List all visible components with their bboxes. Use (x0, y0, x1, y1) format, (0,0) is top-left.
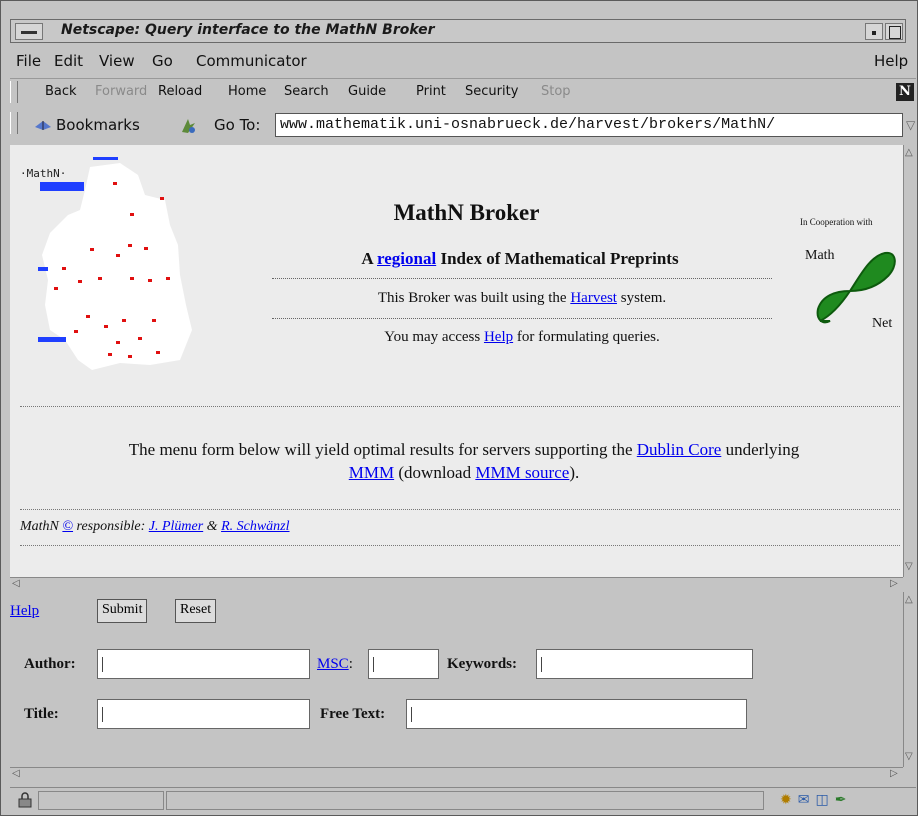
dublin-core-link[interactable]: Dublin Core (637, 440, 722, 459)
free-text-label: Free Text: (320, 706, 386, 722)
security-lock-icon[interactable] (18, 792, 32, 808)
subtitle: A regional Index of Mathematical Preprin… (361, 249, 679, 268)
title-label: Title: (24, 706, 59, 722)
harvest-link[interactable]: Harvest (570, 290, 617, 306)
msc-label: MSC: (317, 656, 353, 672)
window-menu-button[interactable] (15, 23, 43, 40)
top-frame-horizontal-scrollbar[interactable]: ◁ ▷ (10, 577, 903, 591)
scroll-up-icon[interactable]: △ (905, 147, 913, 158)
menu-help[interactable]: Help (874, 52, 908, 70)
cooperation-label: In Cooperation with (800, 217, 873, 227)
free-text-input[interactable] (406, 699, 747, 729)
scroll-left-icon[interactable]: ◁ (12, 768, 20, 779)
author-input[interactable] (97, 649, 310, 679)
location-grip[interactable] (10, 112, 18, 134)
forward-button[interactable]: Forward (95, 84, 147, 99)
netscape-logo-icon[interactable]: N (896, 83, 914, 101)
top-frame-vertical-scrollbar[interactable]: △ ▽ (903, 145, 916, 577)
keywords-label: Keywords: (447, 656, 517, 672)
divider (20, 509, 900, 510)
discussions-icon[interactable]: ◫ (815, 791, 834, 807)
keywords-input[interactable] (536, 649, 753, 679)
help-link[interactable]: Help (484, 329, 513, 345)
goto-label: Go To: (214, 116, 261, 134)
menu-go[interactable]: Go (152, 52, 173, 70)
back-button[interactable]: Back (45, 84, 77, 99)
submit-button[interactable]: Submit (97, 599, 148, 623)
germany-map-image[interactable]: ·MathN· (20, 155, 200, 385)
status-bar: ✹✉◫✒ (10, 787, 916, 814)
print-button[interactable]: Print (416, 84, 446, 99)
scroll-down-icon[interactable]: ▽ (905, 751, 913, 762)
help-line: You may access Help for formulating quer… (384, 329, 660, 345)
window-title: Netscape: Query interface to the MathN B… (61, 22, 435, 38)
top-frame: ·MathN· MathN Broker A regional Index of… (10, 145, 903, 577)
svg-text:Net: Net (872, 316, 892, 331)
form-frame-horizontal-scrollbar[interactable]: ◁ ▷ (10, 767, 903, 781)
menu-view[interactable]: View (99, 52, 135, 70)
map-label: ·MathN· (20, 167, 66, 180)
menu-bar: File Edit View Go Communicator Help (10, 48, 916, 74)
menu-file[interactable]: File (16, 52, 41, 70)
mail-icon[interactable]: ✉ (798, 791, 816, 807)
author-label: Author: (24, 656, 76, 672)
divider (272, 278, 772, 279)
bookmarks-button[interactable]: Bookmarks (56, 116, 140, 134)
responsible-line: MathN © responsible: J. Plümer & R. Schw… (20, 519, 290, 534)
bookmarks-icon[interactable] (34, 118, 52, 132)
navigation-toolbar: Back Forward Reload Home Search Guide Pr… (10, 78, 916, 107)
scroll-up-icon[interactable]: △ (905, 594, 913, 605)
schwaenzl-link[interactable]: R. Schwänzl (221, 519, 289, 534)
scroll-right-icon[interactable]: ▷ (890, 578, 898, 589)
search-button[interactable]: Search (284, 84, 329, 99)
menu-form-note: The menu form below will yield optimal r… (128, 440, 800, 482)
navigator-icon[interactable]: ✹ (780, 791, 798, 807)
pluemer-link[interactable]: J. Plümer (149, 519, 203, 534)
math-net-logo[interactable]: Math Net (800, 241, 900, 331)
minimize-button[interactable] (865, 23, 883, 40)
harvest-line: This Broker was built using the Harvest … (377, 290, 667, 306)
scroll-left-icon[interactable]: ◁ (12, 578, 20, 589)
stop-button[interactable]: Stop (541, 84, 571, 99)
reset-button[interactable]: Reset (175, 599, 217, 623)
msc-link[interactable]: MSC (317, 656, 349, 672)
menu-edit[interactable]: Edit (54, 52, 83, 70)
menu-communicator[interactable]: Communicator (196, 52, 307, 70)
status-message (166, 791, 764, 810)
url-input[interactable]: www.mathematik.uni-osnabrueck.de/harvest… (275, 113, 903, 137)
copyright-link[interactable]: © (62, 519, 73, 534)
location-bar: Bookmarks Go To: www.mathematik.uni-osna… (10, 110, 916, 142)
title-input[interactable] (97, 699, 310, 729)
reload-button[interactable]: Reload (158, 84, 202, 99)
status-progress (38, 791, 164, 810)
guide-button[interactable]: Guide (348, 84, 386, 99)
page-title: MathN Broker (393, 200, 540, 225)
svg-text:Math: Math (805, 248, 835, 263)
divider (20, 545, 900, 546)
query-form-frame: Help Submit Reset Author: MSC: Keywords:… (10, 592, 903, 767)
toolbar-grip[interactable] (10, 81, 18, 103)
maximize-button[interactable] (885, 23, 903, 40)
divider (272, 318, 772, 319)
mmm-link[interactable]: MMM (349, 463, 394, 482)
regional-link[interactable]: regional (377, 249, 436, 268)
url-dropdown-icon[interactable]: ▽ (906, 118, 915, 132)
form-frame-vertical-scrollbar[interactable]: △ ▽ (903, 592, 916, 767)
scroll-right-icon[interactable]: ▷ (890, 768, 898, 779)
composer-icon[interactable]: ✒ (835, 791, 853, 807)
location-icon[interactable] (178, 117, 198, 135)
divider (20, 406, 900, 407)
home-button[interactable]: Home (228, 84, 266, 99)
title-bar: Netscape: Query interface to the MathN B… (10, 19, 906, 43)
scroll-down-icon[interactable]: ▽ (905, 561, 913, 572)
form-help-link[interactable]: Help (10, 603, 39, 620)
security-button[interactable]: Security (465, 84, 518, 99)
mmm-source-link[interactable]: MMM source (475, 463, 569, 482)
component-bar: ✹✉◫✒ (780, 791, 852, 808)
msc-input[interactable] (368, 649, 439, 679)
